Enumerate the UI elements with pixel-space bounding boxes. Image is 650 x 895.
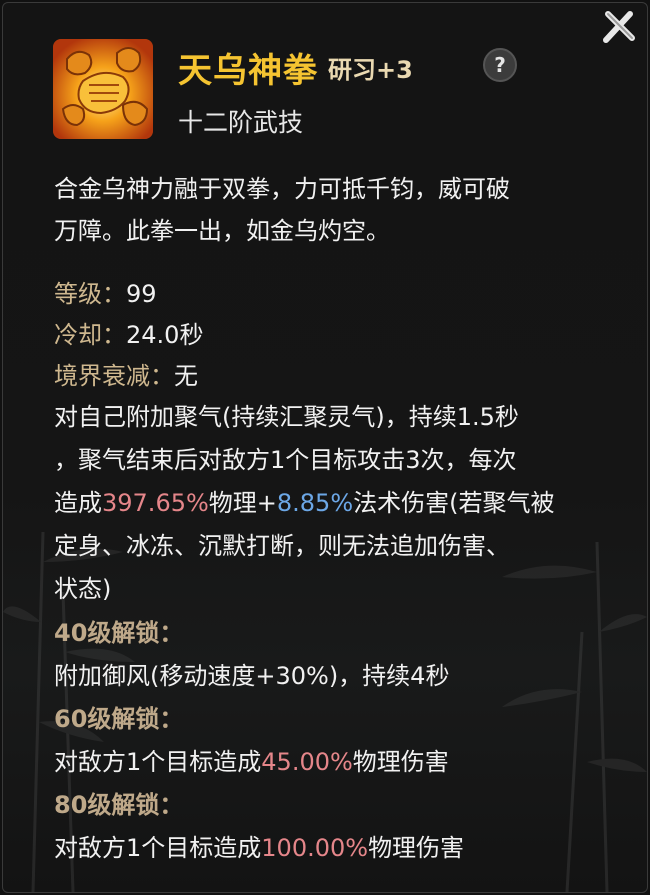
description-line: 万障。此拳一出，如金乌灼空。: [54, 217, 390, 245]
description-line: 合金乌神力融于双拳，力可抵千钧，威可破: [54, 175, 510, 203]
level-value: 99: [126, 280, 157, 308]
level-row: 等级：99: [54, 278, 157, 310]
bamboo-decoration-right-icon: [502, 541, 647, 892]
unlock-text: 物理伤害: [352, 748, 449, 776]
unlock-40-text: 附加御风(移动速度+30%)，持续4秒: [54, 662, 450, 690]
skill-rank: 十二阶武技: [178, 108, 304, 137]
unlock-40-title: 40级解锁：: [54, 619, 184, 647]
unlock-60-text: 对敌方1个目标造成45.00%物理伤害: [54, 746, 449, 778]
decay-value: 无: [174, 362, 198, 390]
effect-text: 造成: [54, 489, 102, 517]
decay-row: 境界衰减：无: [54, 360, 198, 392]
effect-line: 定身、冰冻、沉默打断，则无法追加伤害、: [54, 532, 510, 560]
physical-damage-value: 45.00%: [261, 748, 353, 776]
skill-name: 天乌神拳: [178, 50, 318, 91]
close-button[interactable]: [599, 7, 639, 47]
cooldown-value: 24.0秒: [126, 321, 204, 349]
decay-label: 境界衰减：: [54, 362, 174, 390]
effect-line: ，聚气结束后对敌方1个目标攻击3次，每次: [54, 446, 517, 474]
unlock-80-title: 80级解锁：: [54, 791, 184, 819]
effect-line: 状态): [54, 575, 112, 603]
effect-damage-line: 造成397.65%物理+8.85%法术伤害(若聚气被: [54, 487, 555, 519]
unlock-80-text: 对敌方1个目标造成100.00%物理伤害: [54, 832, 464, 864]
level-label: 等级：: [54, 280, 126, 308]
effect-line: 对自己附加聚气(持续汇聚灵气)，持续1.5秒: [54, 403, 519, 431]
unlock-text: 对敌方1个目标造成: [54, 748, 262, 776]
unlock-text: 对敌方1个目标造成: [54, 834, 262, 862]
physical-damage-value: 397.65%: [102, 489, 209, 517]
help-button[interactable]: ?: [483, 48, 517, 82]
skill-tooltip-panel: 天乌神拳 研习+3 ? 十二阶武技 合金乌神力融于双拳，力可抵千钧，威可破 万障…: [2, 2, 648, 893]
cooldown-row: 冷却：24.0秒: [54, 319, 203, 351]
physical-damage-value: 100.00%: [261, 834, 369, 862]
effect-text: 法术伤害(若聚气被: [353, 489, 555, 517]
title-row: 天乌神拳 研习+3: [178, 45, 413, 91]
study-level: 研习+3: [328, 55, 413, 84]
unlock-text: 物理伤害: [368, 834, 465, 862]
unlock-60-title: 60级解锁：: [54, 705, 184, 733]
effect-text: 物理+: [208, 489, 277, 517]
skill-icon: [53, 39, 153, 139]
magic-damage-value: 8.85%: [276, 489, 354, 517]
fist-skill-icon: [53, 39, 153, 139]
cooldown-label: 冷却：: [54, 321, 126, 349]
close-x-icon: [603, 11, 635, 43]
question-icon: ?: [494, 53, 506, 77]
